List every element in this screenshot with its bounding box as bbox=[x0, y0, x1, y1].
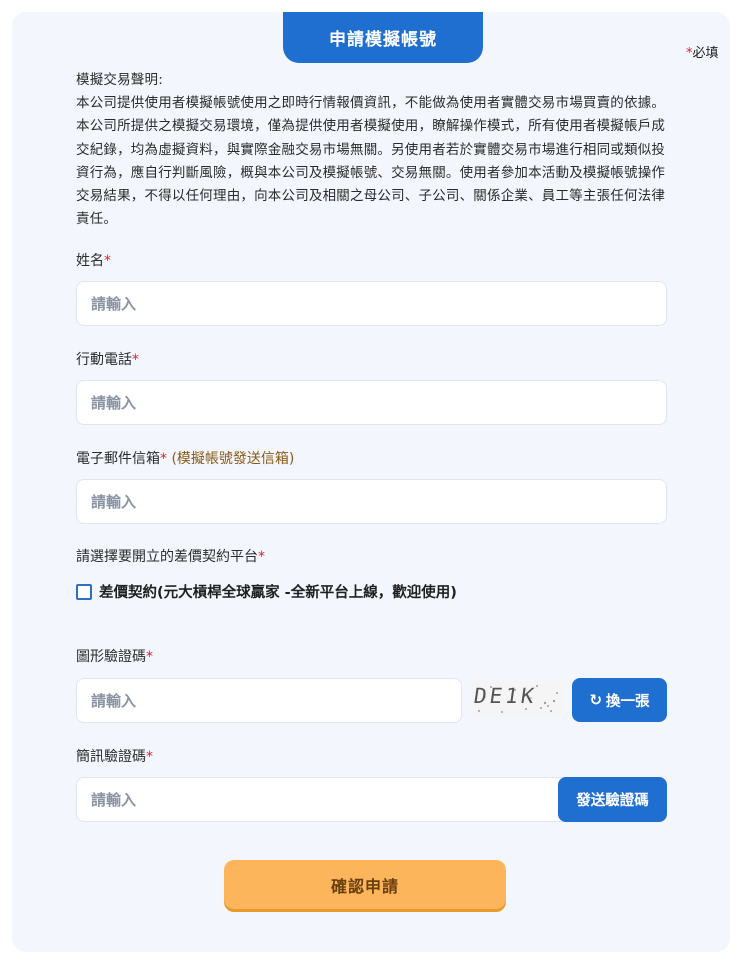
name-input[interactable] bbox=[76, 281, 667, 326]
send-sms-code-button[interactable]: 發送驗證碼 bbox=[558, 777, 667, 822]
refresh-icon: ↻ bbox=[589, 691, 603, 709]
platform-checkbox[interactable] bbox=[76, 583, 92, 600]
email-label-note: (模擬帳號發送信箱) bbox=[171, 451, 295, 467]
required-star: * bbox=[132, 352, 139, 368]
sms-label-text: 簡訊驗證碼 bbox=[76, 749, 146, 765]
email-input[interactable] bbox=[76, 479, 667, 524]
required-star: * bbox=[146, 649, 153, 665]
email-label-text: 電子郵件信箱 bbox=[76, 451, 160, 467]
page-title-text: 申請模擬帳號 bbox=[329, 30, 437, 50]
captcha-text: DE1K bbox=[472, 684, 539, 708]
disclaimer-heading: 模擬交易聲明: bbox=[76, 72, 163, 88]
submit-application-button[interactable]: 確認申請 bbox=[224, 860, 506, 909]
refresh-captcha-button[interactable]: ↻ 換一張 bbox=[572, 678, 667, 722]
required-star: * bbox=[258, 549, 265, 565]
phone-label-text: 行動電話 bbox=[76, 352, 132, 368]
required-legend: *必填 bbox=[686, 42, 719, 61]
phone-input[interactable] bbox=[76, 380, 667, 425]
sms-label: 簡訊驗證碼* bbox=[76, 746, 153, 766]
refresh-captcha-label: 換一張 bbox=[606, 693, 650, 710]
platform-label: 請選擇要開立的差價契約平台* bbox=[76, 546, 265, 566]
captcha-image: DE1K bbox=[471, 681, 563, 717]
disclaimer-body: 本公司提供使用者模擬帳號使用之即時行情報價資訊，不能做為使用者實體交易市場買賣的… bbox=[76, 95, 666, 228]
required-star: * bbox=[160, 451, 167, 467]
send-sms-code-label: 發送驗證碼 bbox=[576, 793, 649, 809]
platform-label-text: 請選擇要開立的差價契約平台 bbox=[76, 549, 258, 565]
platform-option-label[interactable]: 差價契約(元大槓桿全球贏家 -全新平台上線，歡迎使用) bbox=[99, 581, 457, 602]
phone-label: 行動電話* bbox=[76, 349, 139, 369]
page-title: 申請模擬帳號 bbox=[283, 12, 483, 63]
required-star: * bbox=[104, 253, 111, 269]
captcha-label: 圖形驗證碼* bbox=[76, 646, 153, 666]
name-label-text: 姓名 bbox=[76, 253, 104, 269]
required-star: * bbox=[146, 749, 153, 765]
submit-application-label: 確認申請 bbox=[330, 876, 399, 896]
captcha-input[interactable] bbox=[76, 678, 462, 723]
platform-option[interactable]: 差價契約(元大槓桿全球贏家 -全新平台上線，歡迎使用) bbox=[76, 581, 457, 602]
required-legend-text: 必填 bbox=[692, 46, 719, 61]
disclaimer: 模擬交易聲明: 本公司提供使用者模擬帳號使用之即時行情報價資訊，不能做為使用者實… bbox=[76, 69, 672, 231]
email-label: 電子郵件信箱* (模擬帳號發送信箱) bbox=[76, 448, 294, 468]
name-label: 姓名* bbox=[76, 250, 111, 270]
captcha-label-text: 圖形驗證碼 bbox=[76, 649, 146, 665]
sms-code-input[interactable] bbox=[76, 777, 576, 822]
